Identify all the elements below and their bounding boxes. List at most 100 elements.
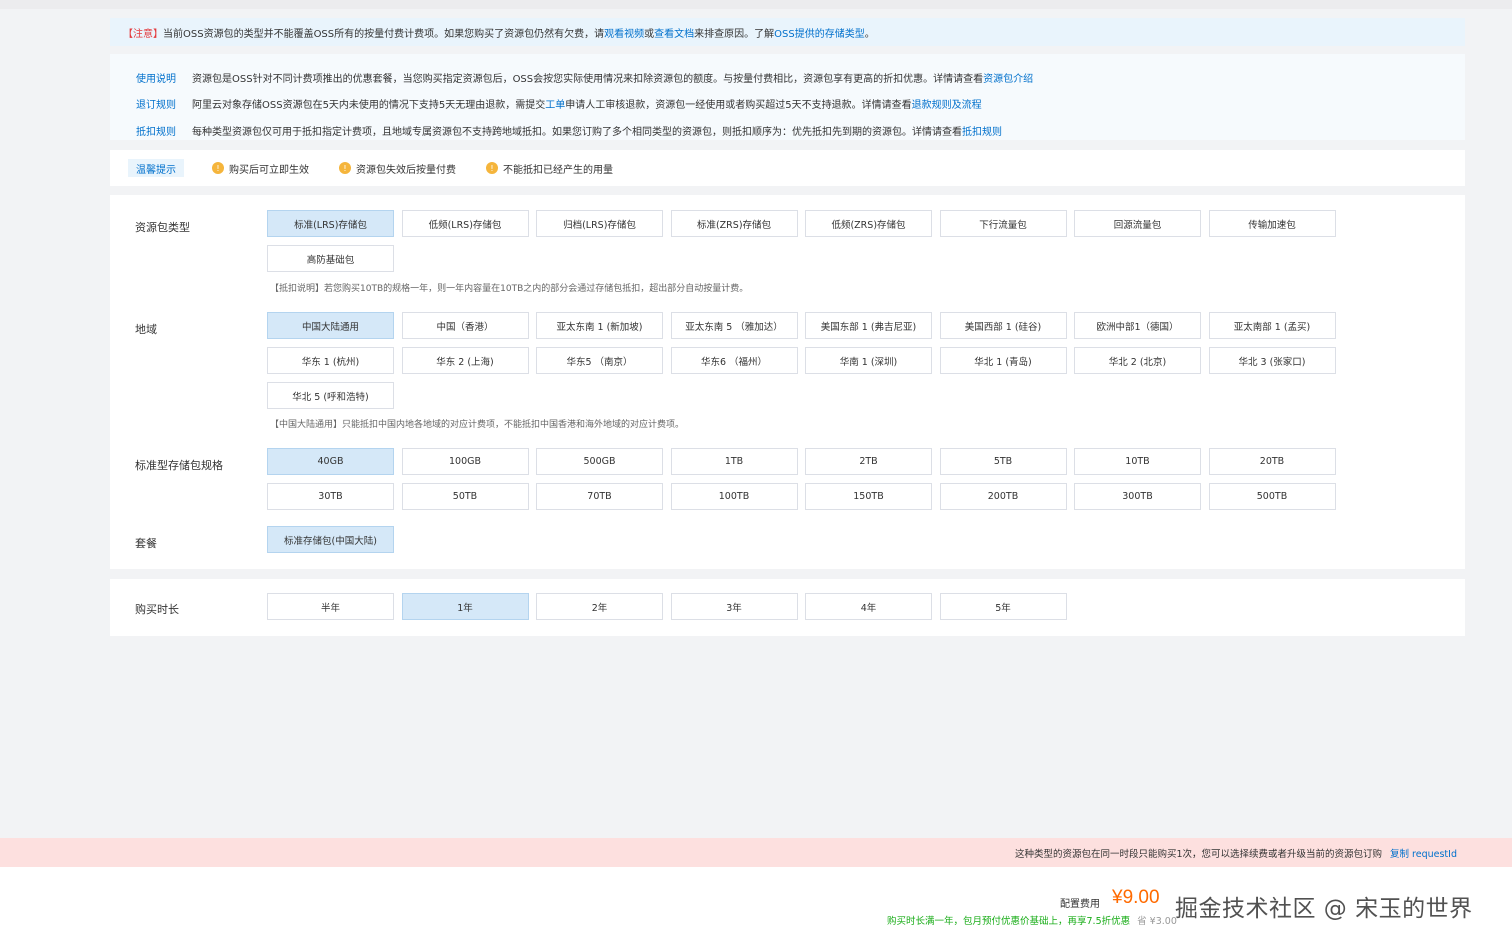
duration-option[interactable]: 5年 <box>939 593 1067 620</box>
region-option[interactable]: 亚太南部 1 (孟买) <box>1208 312 1336 339</box>
spec-option[interactable]: 10TB <box>1074 448 1201 475</box>
spec-option[interactable]: 150TB <box>805 483 932 510</box>
spec-option[interactable]: 300TB <box>1074 483 1201 510</box>
notice-text-1: 当前OSS资源包的类型并不能覆盖OSS所有的按量付费计费项。如果您购买了资源包仍… <box>163 28 605 40</box>
duration-option[interactable]: 4年 <box>805 593 932 620</box>
spec-option[interactable]: 70TB <box>536 483 663 510</box>
package-type-option[interactable]: 回源流量包 <box>1074 210 1201 237</box>
info-box: 使用说明 资源包是OSS针对不同计费项推出的优惠套餐，当您购买指定资源包后，OS… <box>110 54 1465 140</box>
info-label: 退订规则 <box>136 100 176 112</box>
deduction-rules-link[interactable]: 抵扣规则 <box>962 123 1002 138</box>
copy-label: 复制 <box>1390 848 1410 860</box>
view-docs-link[interactable]: 查看文档 <box>654 25 694 40</box>
notice-end: 。 <box>864 28 875 40</box>
duration-options: 半年 1年 2年 3年 4年 5年 <box>267 593 1347 628</box>
info-text: 每种类型资源包仅可用于抵扣指定计费项，且地域专属资源包不支持跨地域抵扣。如果您订… <box>192 126 962 138</box>
duration-option[interactable]: 2年 <box>536 593 663 620</box>
region-option[interactable]: 亚太东南 1 (新加坡) <box>536 312 663 339</box>
notice-warn: 【注意】 <box>123 28 163 40</box>
order-footer: 配置费用 ¥9.00 掘金技术社区 @ 宋玉的世界 购买时长满一年，包月预付优惠… <box>0 867 1512 943</box>
copy-request-id-link[interactable]: 复制 requestId <box>1390 846 1457 860</box>
info-label: 使用说明 <box>136 73 176 85</box>
region-option[interactable]: 中国（香港） <box>401 312 529 339</box>
spec-option[interactable]: 30TB <box>267 483 394 510</box>
region-option[interactable]: 华南 1 (深圳) <box>805 347 932 374</box>
tip-item: ! 购买后可立即生效 <box>212 161 309 176</box>
info-text: 资源包是OSS针对不同计费项推出的优惠套餐，当您购买指定资源包后，OSS会按您实… <box>192 73 984 85</box>
region-options: 中国大陆通用 中国（香港） 亚太东南 1 (新加坡) 亚太东南 5 （雅加达） 美国东部… <box>267 312 1347 417</box>
region-option[interactable]: 亚太东南 5 （雅加达） <box>670 312 798 339</box>
package-type-option[interactable]: 传输加速包 <box>1208 210 1336 237</box>
tips-label: 温馨提示 <box>128 159 184 177</box>
region-option[interactable]: 华北 2 (北京) <box>1074 347 1201 374</box>
spec-option[interactable]: 2TB <box>805 448 932 475</box>
request-id-label: requestId <box>1412 848 1457 860</box>
deduction-note: 【抵扣说明】若您购买10TB的规格一年，则一年内容量在10TB之内的部分会通过存… <box>270 284 749 294</box>
watermark: 掘金技术社区 @ 宋玉的世界 <box>1175 896 1473 922</box>
region-option[interactable]: 欧洲中部1（德国） <box>1074 312 1201 339</box>
spec-option[interactable]: 40GB <box>267 448 394 475</box>
info-row-deduction: 抵扣规则 每种类型资源包仅可用于抵扣指定计费项，且地域专属资源包不支持跨地域抵扣… <box>110 117 1465 144</box>
region-label: 地域 <box>135 323 157 336</box>
spec-option[interactable]: 200TB <box>939 483 1067 510</box>
spec-option[interactable]: 100GB <box>401 448 529 475</box>
info-row-refund: 退订规则 阿里云对象存储OSS资源包在5天内未使用的情况下支持5天无理由退款，需… <box>110 91 1465 118</box>
refund-rules-link[interactable]: 退款规则及流程 <box>912 96 982 111</box>
fee-label: 配置费用 <box>1060 899 1100 910</box>
duration-panel: 购买时长 半年 1年 2年 3年 4年 5年 <box>110 579 1465 636</box>
spec-option[interactable]: 5TB <box>939 448 1067 475</box>
promo-save: 省 ¥3.00 <box>1137 916 1177 927</box>
region-option[interactable]: 华北 3 (张家口) <box>1208 347 1336 374</box>
plan-label: 套餐 <box>135 537 157 550</box>
region-option[interactable]: 中国大陆通用 <box>267 312 394 339</box>
package-type-option[interactable]: 低频(ZRS)存储包 <box>805 210 932 237</box>
spec-option[interactable]: 1TB <box>670 448 798 475</box>
info-row-usage: 使用说明 资源包是OSS针对不同计费项推出的优惠套餐，当您购买指定资源包后，OS… <box>110 64 1465 91</box>
duration-label: 购买时长 <box>135 603 179 616</box>
duration-option[interactable]: 3年 <box>670 593 798 620</box>
spec-option[interactable]: 500TB <box>1208 483 1336 510</box>
region-option[interactable]: 华东5 （南京） <box>536 347 663 374</box>
region-option[interactable]: 美国东部 1 (弗吉尼亚) <box>805 312 932 339</box>
top-divider <box>0 0 1512 9</box>
spec-option[interactable]: 20TB <box>1208 448 1336 475</box>
tip-text: 资源包失效后按量付费 <box>356 164 456 176</box>
region-option[interactable]: 华东 2 (上海) <box>401 347 529 374</box>
error-bar: 这种类型的资源包在同一时段只能购买1次，您可以选择续费或者升级当前的资源包订购 … <box>0 838 1512 867</box>
region-note: 【中国大陆通用】只能抵扣中国内地各地域的对应计费项，不能抵扣中国香港和海外地域的… <box>270 420 685 430</box>
ticket-link[interactable]: 工单 <box>545 96 565 111</box>
region-option[interactable]: 华东6 （福州） <box>670 347 798 374</box>
duration-option[interactable]: 半年 <box>267 593 394 620</box>
info-dot-icon: ! <box>486 162 498 174</box>
tip-item: ! 资源包失效后按量付费 <box>339 161 456 176</box>
spec-label: 标准型存储包规格 <box>135 459 223 472</box>
region-option[interactable]: 美国西部 1 (硅谷) <box>939 312 1067 339</box>
package-type-option[interactable]: 标准(ZRS)存储包 <box>670 210 798 237</box>
region-option[interactable]: 华北 5 (呼和浩特) <box>267 382 394 409</box>
spec-option[interactable]: 500GB <box>536 448 663 475</box>
region-option[interactable]: 华东 1 (杭州) <box>267 347 394 374</box>
package-type-option[interactable]: 标准(LRS)存储包 <box>267 210 394 237</box>
package-type-label: 资源包类型 <box>135 221 190 234</box>
error-text: 这种类型的资源包在同一时段只能购买1次，您可以选择续费或者升级当前的资源包订购 <box>1014 848 1382 860</box>
info-dot-icon: ! <box>339 162 351 174</box>
fee-price: ¥9.00 <box>1112 887 1160 908</box>
package-type-option[interactable]: 低频(LRS)存储包 <box>401 210 529 237</box>
plan-option[interactable]: 标准存储包(中国大陆) <box>267 526 394 553</box>
info-dot-icon: ! <box>212 162 224 174</box>
notice-text-2: 来排查原因。了解 <box>694 28 775 40</box>
package-intro-link[interactable]: 资源包介绍 <box>983 70 1033 85</box>
watch-video-link[interactable]: 观看视频 <box>604 25 644 40</box>
config-panel: 资源包类型 标准(LRS)存储包 低频(LRS)存储包 归档(LRS)存储包 标准(Z… <box>110 195 1465 569</box>
tips-bar: 温馨提示 ! 购买后可立即生效 ! 资源包失效后按量付费 ! 不能抵扣已经产生的… <box>110 150 1465 186</box>
duration-option[interactable]: 1年 <box>401 593 529 620</box>
spec-option[interactable]: 50TB <box>401 483 529 510</box>
promo-text: 购买时长满一年，包月预付优惠价基础上，再享7.5折优惠 省 ¥3.00 <box>887 913 1177 927</box>
spec-option[interactable]: 100TB <box>670 483 798 510</box>
package-type-option[interactable]: 下行流量包 <box>939 210 1067 237</box>
storage-types-link[interactable]: OSS提供的存储类型 <box>774 25 865 40</box>
region-option[interactable]: 华北 1 (青岛) <box>939 347 1067 374</box>
package-type-option[interactable]: 高防基础包 <box>267 245 394 272</box>
package-type-option[interactable]: 归档(LRS)存储包 <box>536 210 663 237</box>
info-text: 阿里云对象存储OSS资源包在5天内未使用的情况下支持5天无理由退款，需提交 <box>192 100 546 112</box>
